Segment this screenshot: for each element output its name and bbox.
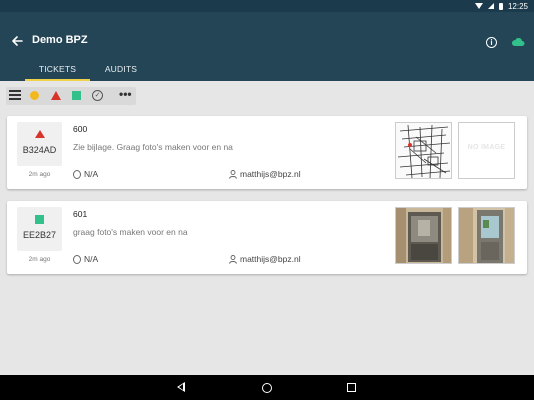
door-photo-image: [396, 208, 451, 263]
filter-red-triangle-icon[interactable]: [51, 91, 61, 100]
more-icon[interactable]: •••: [119, 87, 132, 101]
assignee-email: matthijs@bpz.nl: [240, 254, 301, 264]
system-nav-bar: [0, 375, 534, 400]
tab-tickets[interactable]: TICKETS: [25, 60, 90, 81]
attachment-thumbnail[interactable]: [395, 122, 452, 179]
timer-icon: [73, 169, 81, 179]
ticket-due: N/A: [73, 254, 98, 264]
cloud-sync-icon[interactable]: [511, 37, 525, 47]
ticket-number: 601: [73, 209, 88, 219]
nav-recent-apps-icon[interactable]: [347, 383, 356, 392]
tab-audits[interactable]: AUDITS: [90, 60, 152, 81]
no-image-text: NO IMAGE: [467, 144, 506, 151]
priority-green-square-icon: [35, 215, 44, 224]
filter-yellow-circle-icon[interactable]: [30, 91, 39, 100]
assignee-email: matthijs@bpz.nl: [240, 169, 301, 179]
filter-green-square-icon[interactable]: [72, 91, 81, 100]
filter-group: [6, 87, 136, 105]
battery-icon: [498, 2, 503, 10]
ticket-age: 2m ago: [28, 171, 51, 178]
floor-plan-image: [396, 123, 451, 178]
no-image-placeholder: NO IMAGE: [458, 122, 515, 179]
menu-icon[interactable]: [9, 90, 21, 102]
ticket-id-box: B324AD: [17, 122, 62, 166]
page-title: Demo BPZ: [32, 34, 88, 46]
door-photo-image: [459, 208, 514, 263]
back-arrow-icon[interactable]: [10, 34, 24, 48]
person-icon: [229, 169, 237, 179]
priority-red-triangle-icon: [35, 130, 45, 138]
ticket-description: graag foto's maken voor en na: [73, 227, 188, 237]
person-icon: [229, 254, 237, 264]
status-time: 12:25: [507, 1, 528, 11]
timer-icon: [73, 254, 81, 264]
filter-check-icon[interactable]: ✓: [92, 90, 103, 101]
status-bar: 12:25: [0, 0, 534, 12]
ticket-id-box: EE2B27: [17, 207, 62, 251]
ticket-card[interactable]: EE2B27 2m ago 601 graag foto's maken voo…: [7, 201, 527, 274]
attachment-thumbnail[interactable]: [458, 207, 515, 264]
app-bar: Demo BPZ i TICKETS AUDITS: [0, 12, 534, 81]
tab-bar: TICKETS AUDITS: [0, 60, 152, 81]
nav-home-icon[interactable]: [262, 383, 272, 393]
ticket-age: 2m ago: [28, 256, 51, 263]
nav-back-icon[interactable]: [177, 382, 185, 392]
ticket-code: B324AD: [22, 145, 57, 155]
ticket-description: Zie bijlage. Graag foto's maken voor en …: [73, 142, 233, 152]
ticket-number: 600: [73, 124, 88, 134]
ticket-code: EE2B27: [22, 230, 57, 240]
info-icon[interactable]: i: [486, 37, 497, 48]
ticket-card[interactable]: B324AD 2m ago 600 Zie bijlage. Graag fot…: [7, 116, 527, 189]
ticket-due-value: N/A: [84, 169, 99, 179]
ticket-due: N/A: [73, 169, 98, 179]
filter-toolbar: ✓ •••: [0, 81, 534, 109]
ticket-assignee: matthijs@bpz.nl: [229, 169, 301, 179]
wifi-icon: [474, 3, 483, 9]
ticket-due-value: N/A: [84, 254, 99, 264]
signal-icon: [487, 3, 494, 9]
ticket-assignee: matthijs@bpz.nl: [229, 254, 301, 264]
attachment-thumbnail[interactable]: [395, 207, 452, 264]
